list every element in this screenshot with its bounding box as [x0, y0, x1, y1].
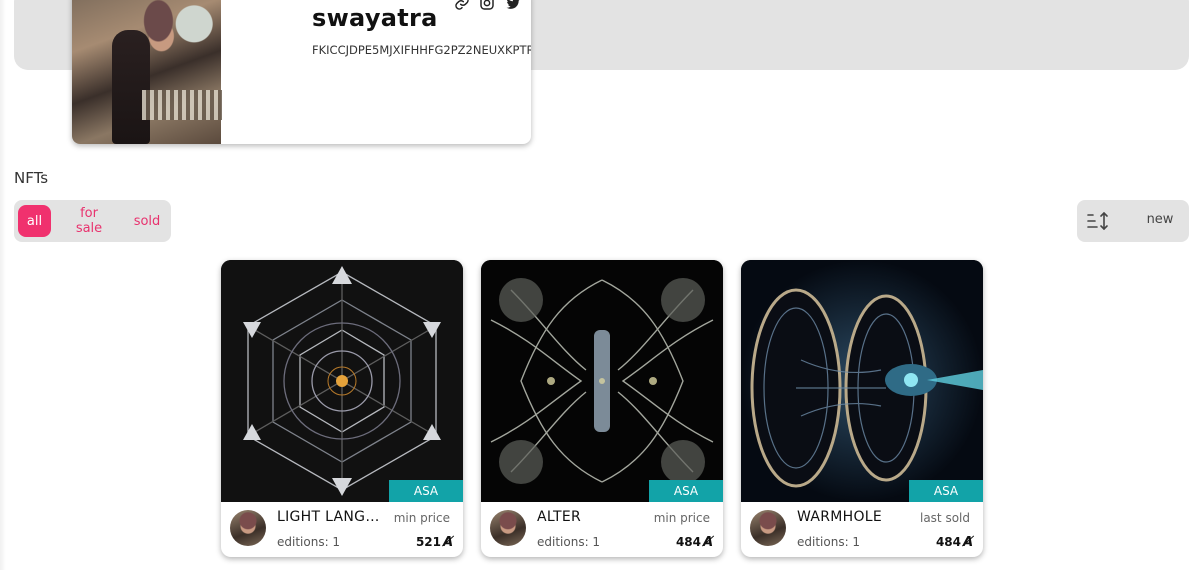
- creator-avatar[interactable]: [230, 510, 266, 546]
- profile-photo-figure: [112, 30, 150, 144]
- nft-card[interactable]: ASA WARMHOLE last sold editions: 1 484 Ⱥ: [741, 260, 983, 557]
- creator-avatar[interactable]: [750, 510, 786, 546]
- wallet-address[interactable]: FKICCJDPE5MJXIFHHFG2PZ2NEUXKPTR3A6Y2Y...: [312, 43, 531, 57]
- sort-icon[interactable]: [1087, 211, 1109, 231]
- creator-avatar[interactable]: [490, 510, 526, 546]
- instagram-icon[interactable]: [478, 0, 496, 12]
- price-label: last sold: [919, 511, 970, 525]
- nft-title[interactable]: ALTER: [537, 509, 649, 525]
- profile-photo: [72, 0, 222, 144]
- sort-control[interactable]: new: [1077, 200, 1189, 242]
- nft-title[interactable]: LIGHT LANGU...: [277, 509, 389, 525]
- nft-card[interactable]: ASA ALTER min price editions: 1 484 Ⱥ: [481, 260, 723, 557]
- filter-sold-button[interactable]: sold: [130, 205, 164, 237]
- nft-price: 484: [675, 535, 701, 549]
- nft-artwork-image[interactable]: [481, 260, 723, 502]
- filter-all-button[interactable]: all: [18, 205, 51, 237]
- asa-badge: ASA: [649, 480, 723, 502]
- page-edge-shadow: [0, 0, 6, 570]
- price-label: min price: [393, 511, 450, 525]
- profile-username: swayatra: [312, 4, 438, 32]
- asa-badge: ASA: [909, 480, 983, 502]
- algo-currency-icon: Ⱥ: [442, 535, 453, 550]
- profile-photo-table: [142, 90, 222, 120]
- asa-badge: ASA: [389, 480, 463, 502]
- sort-label[interactable]: new: [1137, 212, 1183, 227]
- link-icon[interactable]: [453, 0, 471, 12]
- nft-card[interactable]: ASA LIGHT LANGU... min price editions: 1…: [221, 260, 463, 557]
- nfts-heading: NFTs: [14, 169, 49, 187]
- profile-card: swayatra FKICCJDPE5MJXIFHHFG2PZ2NEUXKPTR…: [72, 0, 531, 144]
- nft-filter-tabs: all for sale sold: [14, 200, 171, 242]
- price-label: min price: [653, 511, 710, 525]
- nft-price: 521: [415, 535, 441, 549]
- nft-title[interactable]: WARMHOLE: [797, 509, 909, 525]
- page: swayatra FKICCJDPE5MJXIFHHFG2PZ2NEUXKPTR…: [0, 0, 1200, 570]
- filter-for-sale-button[interactable]: for sale: [60, 205, 118, 237]
- editions-count: editions: 1: [797, 535, 861, 549]
- nft-price: 484: [935, 535, 961, 549]
- algo-currency-icon: Ⱥ: [702, 535, 713, 550]
- editions-count: editions: 1: [537, 535, 601, 549]
- nft-artwork-image[interactable]: [221, 260, 463, 502]
- algo-currency-icon: Ⱥ: [962, 535, 973, 550]
- editions-count: editions: 1: [277, 535, 341, 549]
- nft-artwork-image[interactable]: [741, 260, 983, 502]
- twitter-icon[interactable]: [504, 0, 522, 12]
